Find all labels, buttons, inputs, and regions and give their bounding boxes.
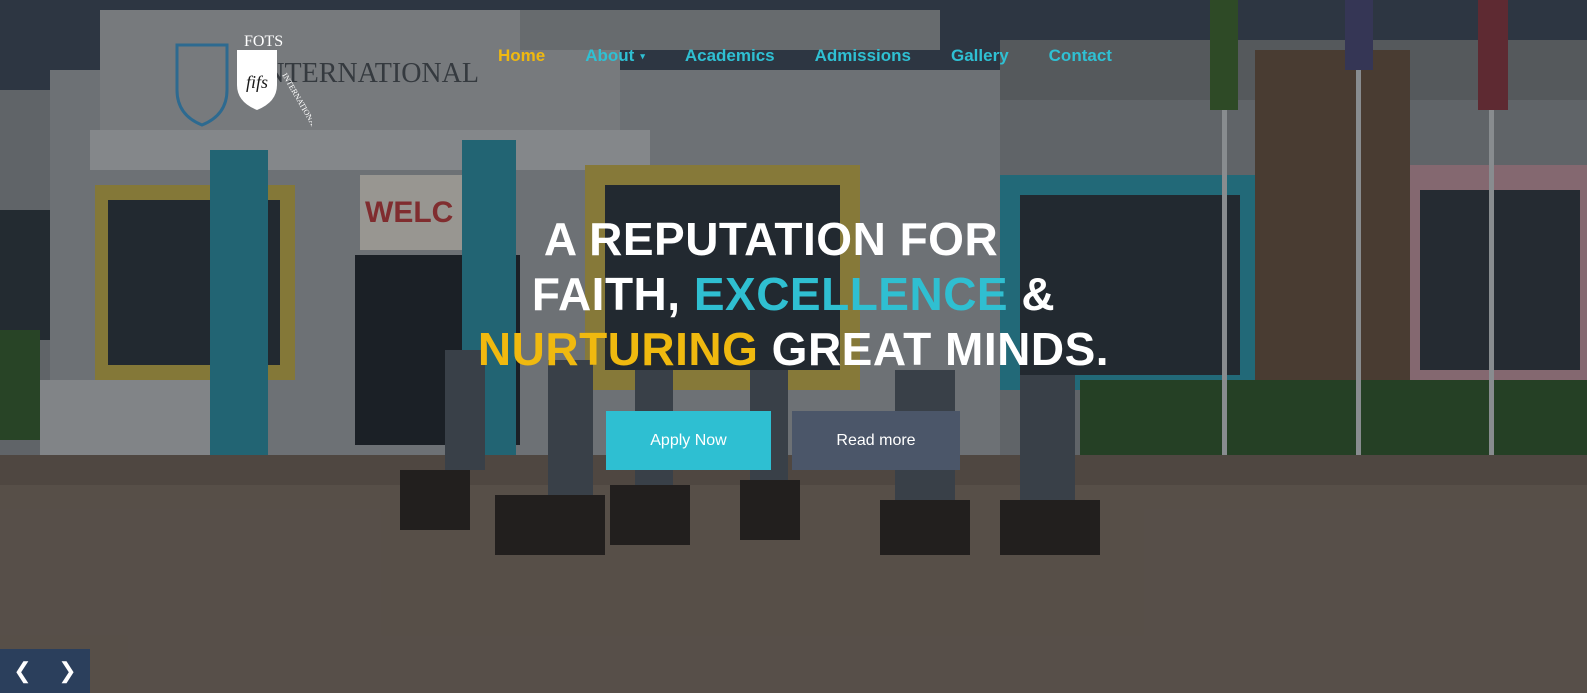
nav-academics-label: Academics	[684, 46, 775, 65]
nav-contact-label: Contact	[1048, 46, 1112, 65]
nav-academics[interactable]: Academics	[685, 46, 775, 66]
nav-about-label: About	[585, 46, 635, 65]
headline-line-2: FAITH, EXCELLENCE &	[0, 267, 1587, 322]
hero-headline: A REPUTATION FOR FAITH, EXCELLENCE & NUR…	[0, 212, 1587, 377]
headline-line-3: NURTURING GREAT MINDS.	[0, 322, 1587, 377]
nav-gallery[interactable]: Gallery	[951, 46, 1009, 66]
chevron-right-icon[interactable]: ❯	[58, 660, 76, 682]
headline-great-minds: GREAT MINDS.	[758, 323, 1110, 375]
nav-home[interactable]: Home	[498, 46, 545, 66]
slider-controls: ❮ ❯	[0, 649, 90, 693]
read-more-button[interactable]: Read more	[792, 411, 960, 470]
nav-admissions[interactable]: Admissions	[815, 46, 911, 66]
headline-faith: FAITH,	[531, 268, 694, 320]
main-nav: Home About ▾ Academics Admissions Gallery…	[498, 46, 1152, 66]
headline-line-1: A REPUTATION FOR	[543, 213, 999, 265]
chevron-down-icon: ▾	[640, 51, 645, 62]
nav-gallery-label: Gallery	[951, 46, 1009, 65]
nav-contact[interactable]: Contact	[1049, 46, 1112, 66]
headline-ampersand: &	[1008, 268, 1056, 320]
chevron-left-icon[interactable]: ❮	[13, 660, 31, 682]
school-logo[interactable]: fifs FOTS INTERNATIONAL SCHOOL	[172, 30, 312, 140]
nav-about[interactable]: About ▾	[585, 46, 645, 66]
apply-now-button[interactable]: Apply Now	[606, 411, 771, 470]
logo-brand-name: FOTS	[244, 33, 283, 50]
logo-arc-text: INTERNATIONAL SCHOOL	[280, 72, 312, 141]
headline-nurturing: NURTURING	[477, 323, 759, 375]
logo-monogram: fifs	[246, 72, 268, 92]
nav-admissions-label: Admissions	[814, 46, 911, 65]
nav-home-label: Home	[498, 46, 546, 65]
headline-excellence: EXCELLENCE	[693, 268, 1009, 320]
